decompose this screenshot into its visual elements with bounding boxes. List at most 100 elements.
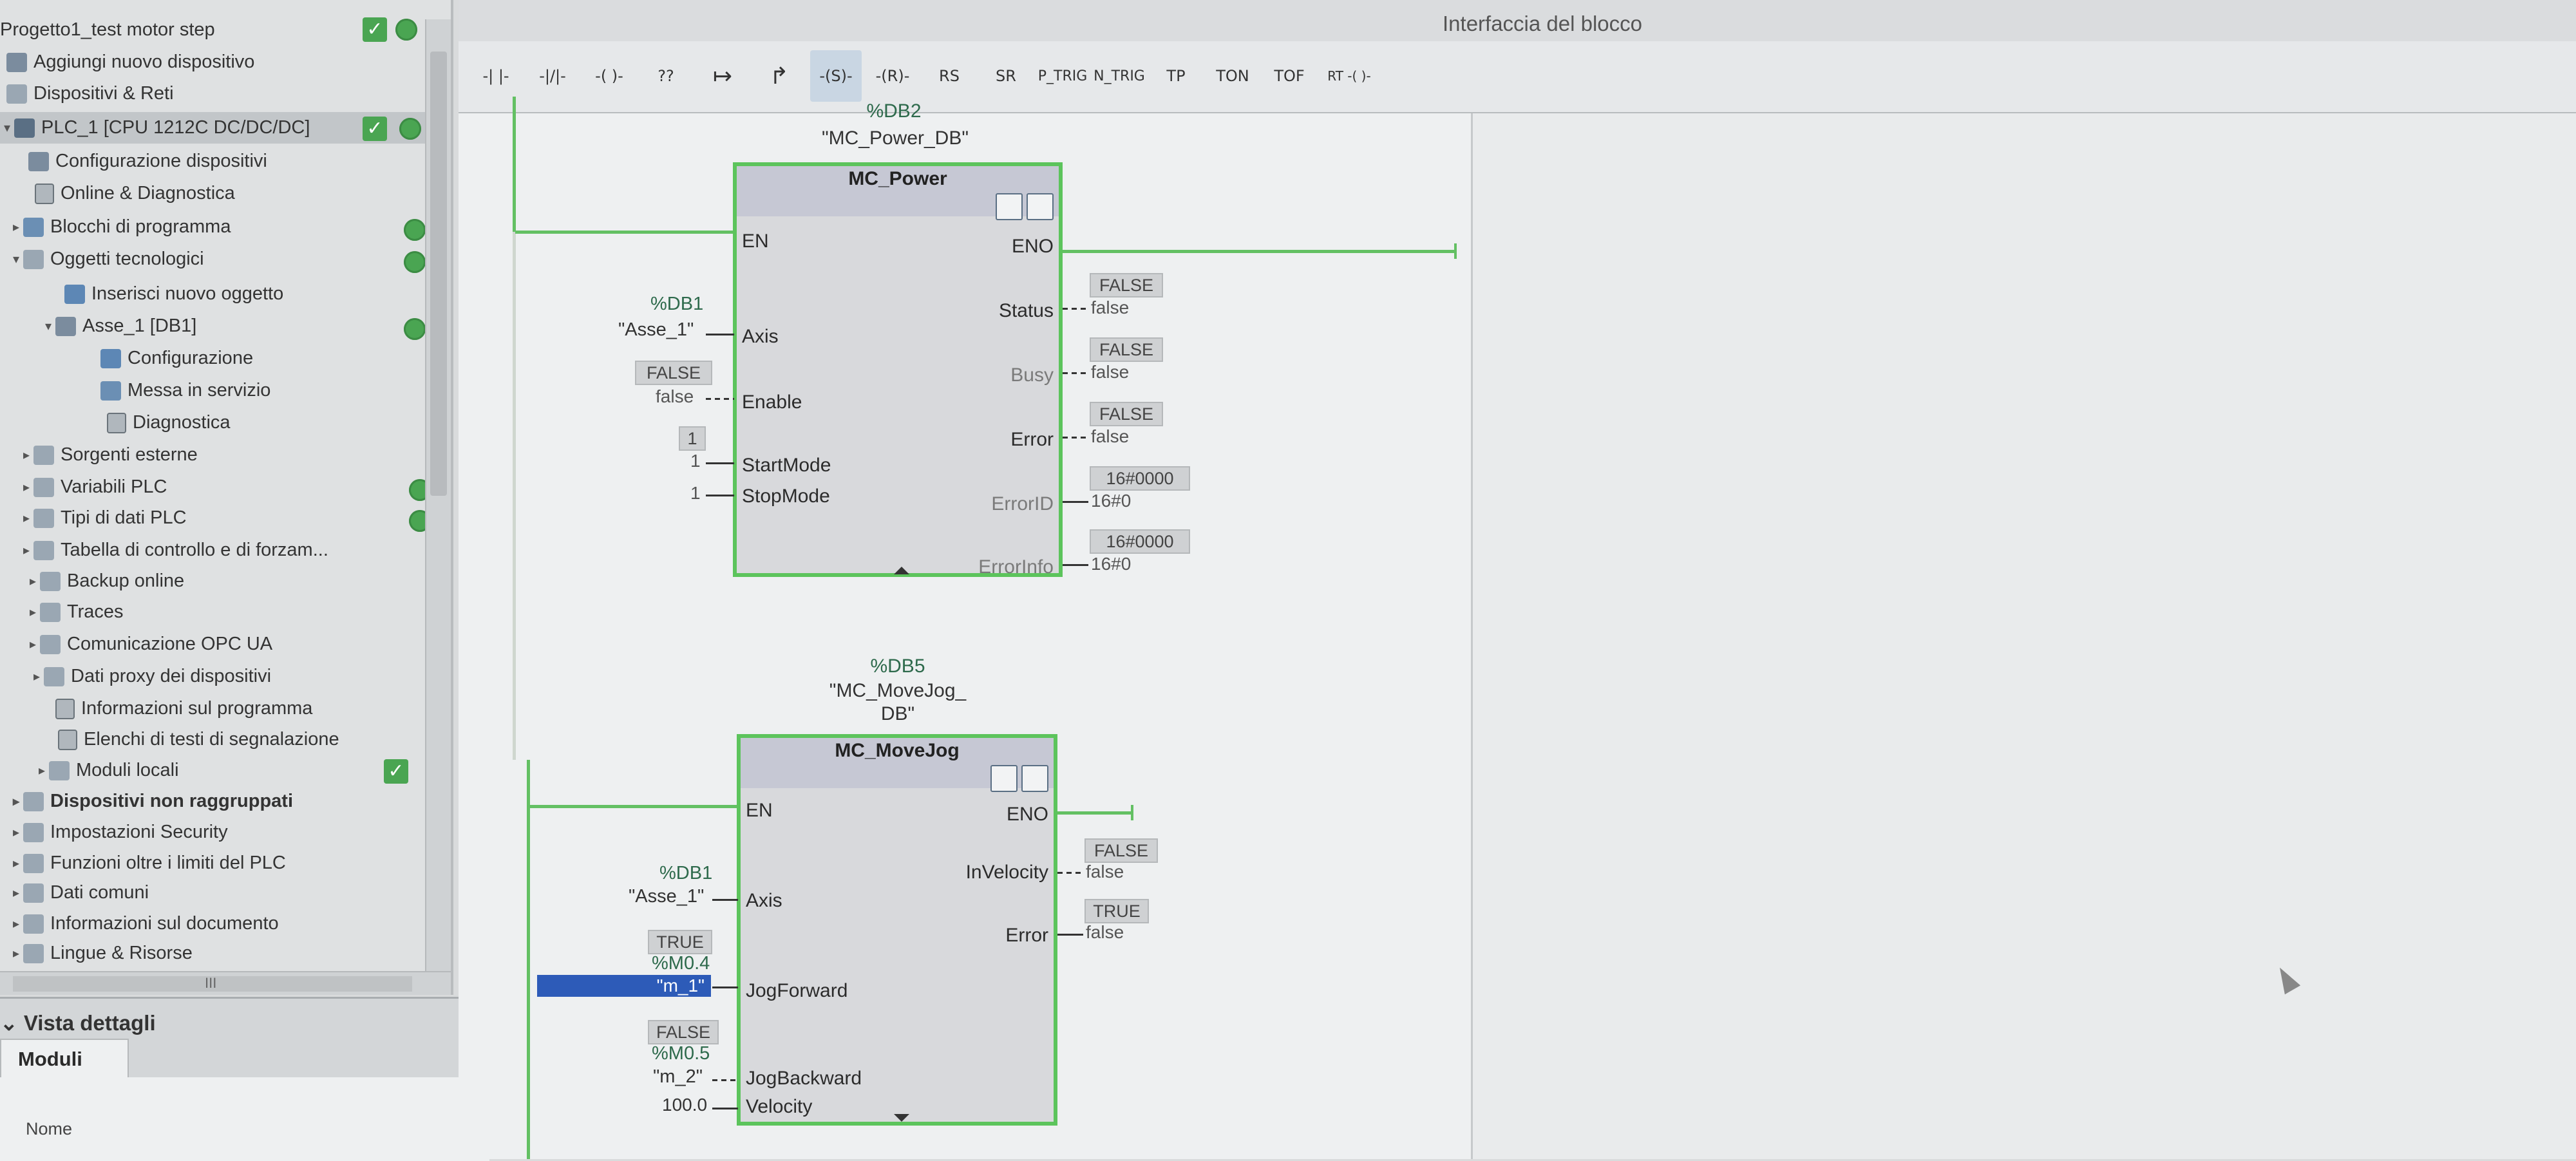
pin-stopmode: StopMode bbox=[742, 486, 830, 507]
tree-item-devices-networks[interactable]: Dispositivi & Reti bbox=[6, 78, 451, 109]
expand-arrow-icon[interactable]: ▸ bbox=[35, 762, 49, 779]
tree-item-cross-plc[interactable]: ▸ Funzioni oltre i limiti del PLC bbox=[9, 847, 451, 879]
expand-arrow-icon[interactable]: ▾ bbox=[9, 251, 23, 267]
details-title: Vista dettagli bbox=[23, 1011, 156, 1035]
power-errorid-value[interactable]: 16#0 bbox=[1091, 491, 1131, 511]
tree-horizontal-scrollbar[interactable]: III bbox=[0, 971, 451, 995]
tree-item-insert-object[interactable]: Inserisci nuovo oggetto bbox=[64, 278, 451, 310]
power-stopmode-value[interactable]: 1 bbox=[690, 483, 701, 504]
details-view-header[interactable]: ⌄ Vista dettagli bbox=[0, 1010, 156, 1035]
tree-item-online-diag[interactable]: Online & Diagnostica bbox=[35, 178, 451, 209]
jog-invelocity-value[interactable]: false bbox=[1086, 862, 1124, 882]
tree-vertical-scrollbar[interactable] bbox=[425, 19, 451, 972]
tree-item-label: Lingue & Risorse bbox=[50, 943, 193, 963]
expand-arrow-icon[interactable]: ▸ bbox=[26, 573, 40, 589]
sr-button[interactable]: SR bbox=[980, 50, 1032, 102]
power-errorinfo-value[interactable]: 16#0 bbox=[1091, 554, 1131, 574]
editor-empty-area[interactable] bbox=[1471, 113, 2576, 1159]
tree-item-alarm-texts[interactable]: Elenchi di testi di segnalazione bbox=[58, 724, 451, 755]
tree-item-diagnostics[interactable]: Diagnostica bbox=[107, 407, 451, 439]
mc-movejog-block[interactable]: MC_MoveJog EN ENO Axis JogForward JogBac… bbox=[737, 734, 1057, 1126]
tree-item-program-info[interactable]: Informazioni sul programma bbox=[55, 693, 451, 724]
expand-arrow-icon[interactable]: ▸ bbox=[30, 668, 44, 684]
tof-button[interactable]: TOF bbox=[1264, 50, 1315, 102]
expand-arrow-icon[interactable]: ▸ bbox=[26, 636, 40, 652]
expand-arrow-icon[interactable]: ▸ bbox=[9, 855, 23, 871]
expand-arrow-icon[interactable]: ▸ bbox=[9, 824, 23, 840]
expand-arrow-icon[interactable]: ▸ bbox=[19, 479, 33, 495]
block-info-icon[interactable] bbox=[996, 193, 1023, 220]
tree-item-languages[interactable]: ▸ Lingue & Risorse bbox=[9, 938, 451, 969]
tree-item-online-backup[interactable]: ▸ Backup online bbox=[26, 565, 451, 597]
expand-arrow-icon[interactable]: ▸ bbox=[9, 885, 23, 901]
rt-button[interactable]: RT -( )- bbox=[1320, 50, 1378, 102]
tp-button[interactable]: TP bbox=[1150, 50, 1202, 102]
expand-arrow-icon[interactable]: ▸ bbox=[9, 916, 23, 932]
power-startmode-value[interactable]: 1 bbox=[690, 451, 701, 471]
set-coil-button[interactable]: -(S)- bbox=[810, 50, 862, 102]
power-error-value[interactable]: false bbox=[1091, 426, 1129, 447]
column-header-name[interactable]: Nome bbox=[26, 1119, 72, 1139]
jog-db-name-line1[interactable]: "MC_MoveJog_ bbox=[814, 680, 981, 702]
block-diag-icon[interactable] bbox=[1027, 193, 1054, 220]
no-contact-button[interactable]: -| |- bbox=[470, 50, 522, 102]
n-trig-button[interactable]: N_TRIG bbox=[1094, 50, 1145, 102]
tree-item-plc-data-types[interactable]: ▸ Tipi di dati PLC bbox=[19, 502, 451, 534]
tree-item-commissioning[interactable]: Messa in servizio bbox=[100, 375, 451, 406]
expand-icon[interactable] bbox=[894, 1114, 909, 1122]
expand-arrow-icon[interactable]: ▾ bbox=[41, 318, 55, 334]
mc-power-block[interactable]: MC_Power EN ENO Axis Enable StartMode St… bbox=[733, 162, 1063, 578]
block-diag-icon[interactable] bbox=[1021, 765, 1048, 792]
tree-item-watch-tables[interactable]: ▸ Tabella di controllo e di forzam... bbox=[19, 534, 451, 566]
jog-error-value[interactable]: false bbox=[1086, 922, 1124, 943]
block-info-icon[interactable] bbox=[990, 765, 1018, 792]
tree-item-external-sources[interactable]: ▸ Sorgenti esterne bbox=[19, 439, 451, 471]
empty-box-button[interactable]: ?? bbox=[640, 50, 692, 102]
expand-arrow-icon[interactable]: ▸ bbox=[9, 945, 23, 961]
tree-item-traces[interactable]: ▸ Traces bbox=[26, 596, 451, 628]
power-enable-value[interactable]: false bbox=[656, 386, 694, 407]
jog-backward-tag[interactable]: "m_2" bbox=[653, 1066, 703, 1088]
tree-item-opcua[interactable]: ▸ Comunicazione OPC UA bbox=[26, 628, 451, 660]
tree-item-label: Oggetti tecnologici bbox=[50, 249, 204, 269]
expand-arrow-icon[interactable]: ▸ bbox=[19, 447, 33, 463]
jog-db-name-line2[interactable]: DB" bbox=[859, 703, 936, 725]
expand-arrow-icon[interactable]: ▸ bbox=[19, 542, 33, 558]
tree-item-proxy-data[interactable]: ▸ Dati proxy dei dispositivi bbox=[30, 661, 451, 692]
tree-item-axis-config[interactable]: Configurazione bbox=[100, 343, 451, 374]
expand-arrow-icon[interactable]: ▸ bbox=[19, 510, 33, 526]
tree-item-common-data[interactable]: ▸ Dati comuni bbox=[9, 877, 451, 909]
tree-item-add-device[interactable]: Aggiungi nuovo dispositivo bbox=[6, 46, 451, 78]
tree-item-security[interactable]: ▸ Impostazioni Security bbox=[9, 816, 451, 848]
tree-item-plc-tags[interactable]: ▸ Variabili PLC bbox=[19, 471, 451, 503]
power-status-value[interactable]: false bbox=[1091, 297, 1129, 318]
expand-arrow-icon[interactable]: ▸ bbox=[26, 604, 40, 620]
power-db-name[interactable]: "MC_Power_DB" bbox=[792, 127, 998, 149]
rs-button[interactable]: RS bbox=[923, 50, 975, 102]
tree-item-device-config[interactable]: Configurazione dispositivi bbox=[28, 146, 451, 177]
jog-forward-tag-field[interactable]: "m_1" bbox=[537, 975, 711, 997]
tree-item-tech-objects[interactable]: ▾ Oggetti tecnologici bbox=[9, 243, 451, 275]
ton-button[interactable]: TON bbox=[1207, 50, 1258, 102]
block-interface-title[interactable]: Interfaccia del blocco bbox=[1443, 12, 1642, 36]
reset-coil-button[interactable]: -(R)- bbox=[867, 50, 918, 102]
coil-button[interactable]: -( )- bbox=[583, 50, 635, 102]
power-busy-value[interactable]: false bbox=[1091, 362, 1129, 382]
tree-item-axis1[interactable]: ▾ Asse_1 [DB1] bbox=[41, 310, 451, 342]
expand-arrow-icon[interactable]: ▸ bbox=[9, 793, 23, 809]
jog-velocity-value[interactable]: 100.0 bbox=[662, 1095, 707, 1115]
expand-arrow-icon[interactable]: ▾ bbox=[0, 120, 14, 136]
scrollbar-thumb[interactable] bbox=[430, 52, 447, 496]
tree-item-ungrouped[interactable]: ▸ Dispositivi non raggruppati bbox=[9, 786, 451, 817]
p-trig-button[interactable]: P_TRIG bbox=[1037, 50, 1088, 102]
jog-axis-tag[interactable]: "Asse_1" bbox=[629, 886, 704, 907]
nc-contact-button[interactable]: -|/|- bbox=[527, 50, 578, 102]
tree-item-program-blocks[interactable]: ▸ Blocchi di programma bbox=[9, 211, 451, 243]
open-branch-button[interactable]: ↦ bbox=[697, 50, 748, 102]
tree-item-doc-info[interactable]: ▸ Informazioni sul documento bbox=[9, 908, 451, 939]
close-branch-button[interactable]: ↱ bbox=[753, 50, 805, 102]
tab-moduli[interactable]: Moduli bbox=[0, 1039, 129, 1077]
expand-arrow-icon[interactable]: ▸ bbox=[9, 219, 23, 235]
collapse-icon[interactable] bbox=[894, 567, 909, 574]
power-axis-tag[interactable]: "Asse_1" bbox=[618, 319, 694, 341]
